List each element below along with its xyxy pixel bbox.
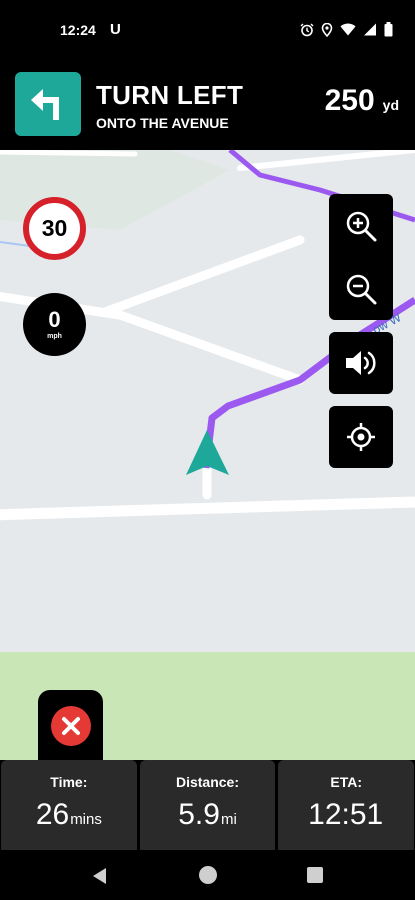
volume-icon <box>346 351 376 375</box>
maneuver-distance: 250 yd <box>325 84 399 118</box>
current-speed-unit: mph <box>47 333 62 340</box>
map-controls <box>329 194 393 468</box>
distance-value: 250 <box>324 84 375 117</box>
status-time: 12:24 <box>60 22 96 38</box>
speed-limit-sign: 30 <box>23 197 86 260</box>
stat-value-row: 26 mins <box>1 798 137 832</box>
cancel-circle <box>50 706 91 746</box>
recenter-button[interactable] <box>329 406 393 468</box>
location-icon <box>321 22 333 37</box>
recents-icon[interactable] <box>307 867 323 883</box>
close-icon <box>61 717 80 735</box>
stat-time: Time: 26 mins <box>1 760 137 850</box>
trip-stats-panel: Time: 26 mins Distance: 5.9 mi ETA: 12:5… <box>0 760 415 850</box>
stat-unit: mi <box>220 811 237 828</box>
app-notification-icon: U <box>110 21 121 38</box>
stat-value-row: 5.9 mi <box>140 798 276 832</box>
zoom-controls <box>329 194 393 320</box>
stat-label: ETA: <box>330 774 362 790</box>
status-bar: 12:24 U <box>0 0 415 60</box>
stat-value-row: 12:51 <box>278 798 414 832</box>
sound-toggle-button[interactable] <box>329 332 393 394</box>
maneuver-tile <box>15 72 81 136</box>
zoom-out-button[interactable] <box>329 257 393 320</box>
stat-eta: ETA: 12:51 <box>278 760 415 850</box>
stat-label: Time: <box>50 774 88 790</box>
stat-value: 5.9 <box>178 798 220 831</box>
zoom-in-icon <box>346 211 377 241</box>
crosshair-icon <box>347 423 375 451</box>
status-icons <box>300 22 393 37</box>
system-nav-bar <box>0 850 415 900</box>
zoom-in-button[interactable] <box>329 194 393 257</box>
instruction-banner[interactable]: TURN LEFT ONTO THE AVENUE 250 yd <box>0 60 415 150</box>
stat-label: Distance: <box>175 774 240 790</box>
current-speed-indicator: 0 mph <box>23 293 86 356</box>
distance-unit: yd <box>382 97 399 113</box>
back-icon[interactable] <box>92 867 108 885</box>
instruction-title: TURN LEFT <box>96 80 244 110</box>
stat-distance: Distance: 5.9 mi <box>139 760 276 850</box>
zoom-out-icon <box>346 274 377 304</box>
stat-value: 26 <box>35 798 70 831</box>
alarm-icon <box>300 23 314 36</box>
battery-icon <box>384 22 393 37</box>
signal-icon <box>364 23 376 36</box>
instruction-subtitle: ONTO THE AVENUE <box>96 115 229 131</box>
home-icon[interactable] <box>198 865 218 885</box>
wifi-icon <box>340 23 356 36</box>
stat-value: 12:51 <box>308 798 384 831</box>
current-speed-value: 0 <box>48 307 61 332</box>
stat-unit: mins <box>70 811 102 828</box>
cancel-navigation-button[interactable] <box>38 690 103 762</box>
turn-left-arrow-icon <box>31 89 59 120</box>
